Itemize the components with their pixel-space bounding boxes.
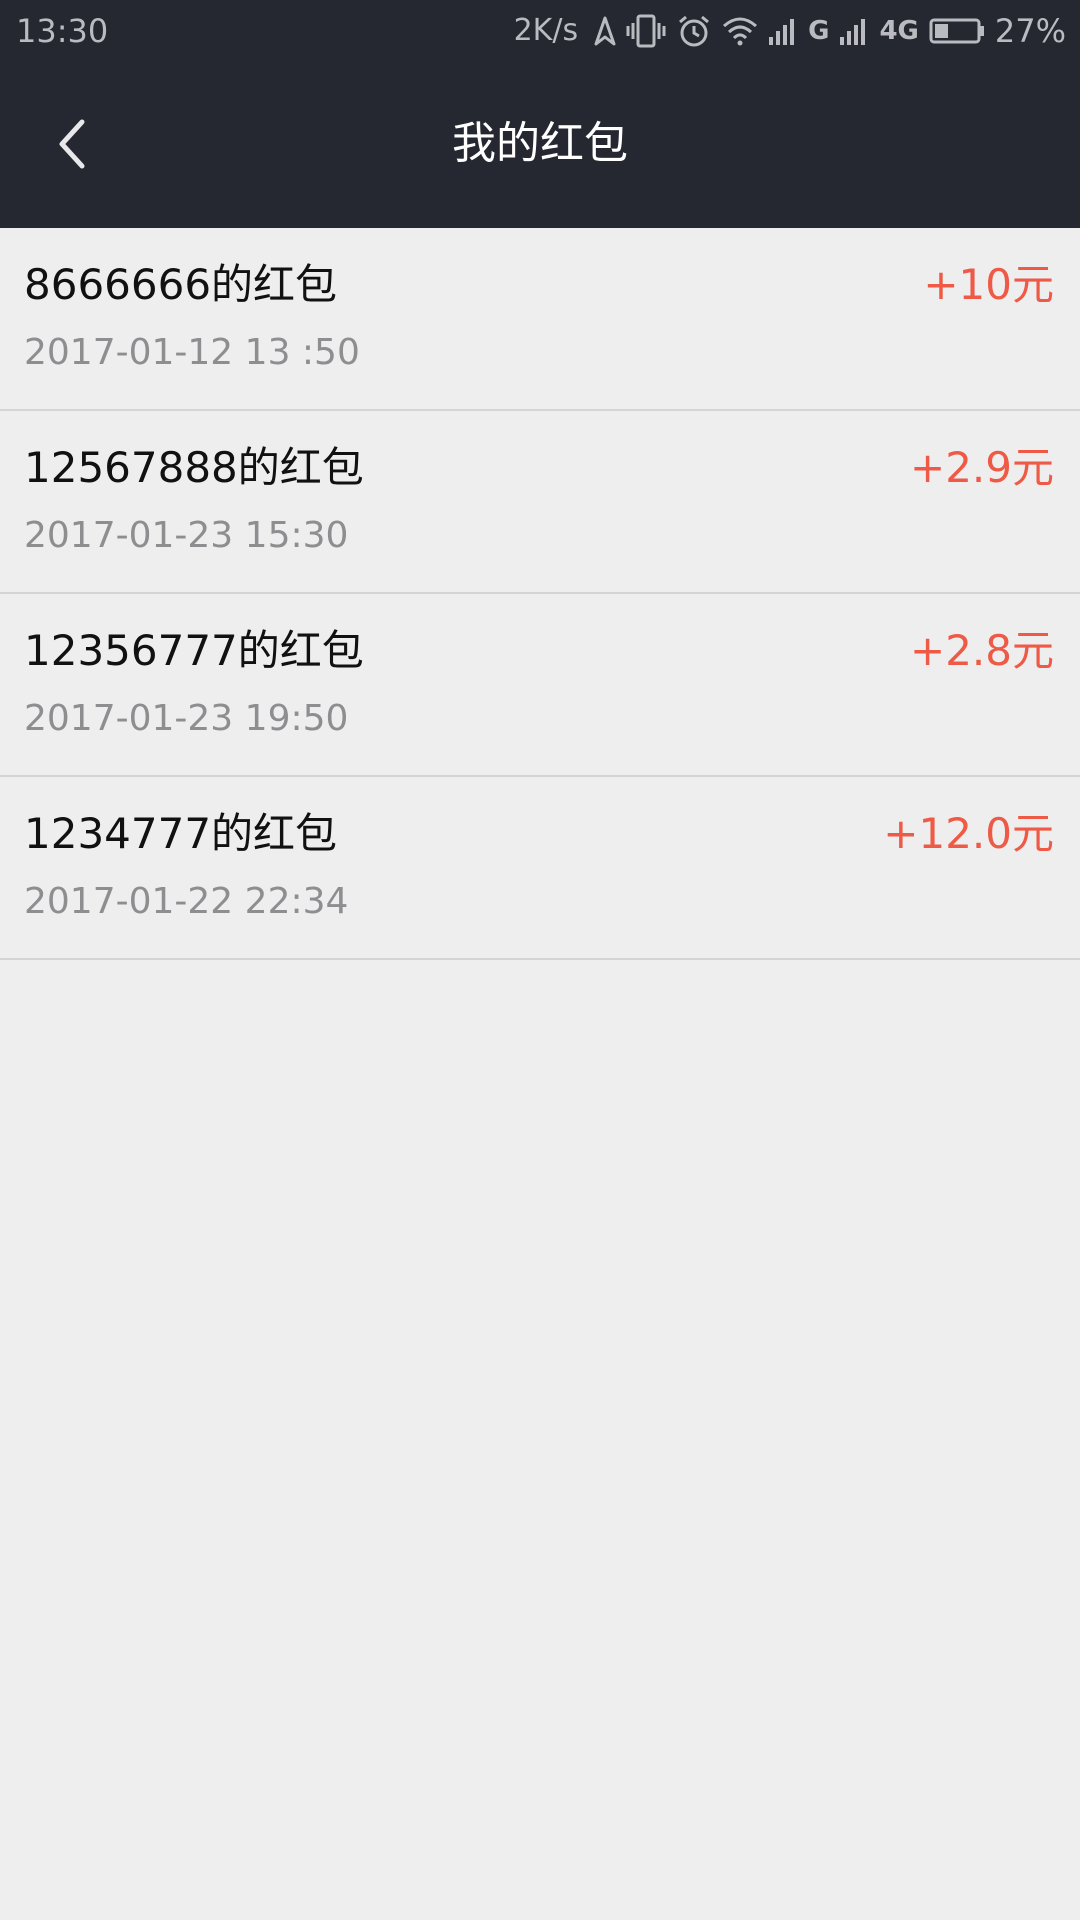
red-packet-title: 12567888的红包 [24,443,364,492]
red-packet-amount: +10元 [923,260,1054,309]
network-speed: 2K/s [513,13,579,48]
red-packet-title: 12356777的红包 [24,626,364,675]
battery-percentage: 27% [994,12,1066,50]
sim1-network-label: G [808,16,830,46]
red-packet-amount: +12.0元 [883,809,1054,858]
status-time: 13:30 [16,12,109,50]
list-item[interactable]: 1234777的红包 2017-01-22 22:34 +12.0元 [0,777,1080,960]
list-item[interactable]: 12567888的红包 2017-01-23 15:30 +2.9元 [0,411,1080,594]
red-packet-amount: +2.8元 [910,626,1054,675]
page-title: 我的红包 [452,118,628,169]
red-packet-list: 8666666的红包 2017-01-12 13 :50 +10元 125678… [0,228,1080,960]
red-packet-amount: +2.9元 [910,443,1054,492]
red-packet-time: 2017-01-23 19:50 [24,698,349,739]
battery-icon [929,17,985,45]
sim2-network-label: 4G [879,16,919,46]
status-icons: 2K/s G 4G 27% [514,12,1066,50]
red-packet-title: 1234777的红包 [24,809,338,858]
status-bar: 13:30 2K/s G 4G 27% [0,0,1080,62]
alarm-icon [676,14,712,48]
header-bar: 我的红包 [0,62,1080,228]
vibrate-icon [626,14,666,48]
red-packet-title: 8666666的红包 [24,260,338,309]
navigation-icon [594,16,616,46]
signal-icon [839,17,869,45]
red-packet-time: 2017-01-12 13 :50 [24,332,360,373]
list-item[interactable]: 8666666的红包 2017-01-12 13 :50 +10元 [0,228,1080,411]
signal-icon [768,17,798,45]
red-packet-time: 2017-01-23 15:30 [24,515,349,556]
wifi-icon [722,16,758,46]
list-item[interactable]: 12356777的红包 2017-01-23 19:50 +2.8元 [0,594,1080,777]
red-packet-time: 2017-01-22 22:34 [24,881,349,922]
